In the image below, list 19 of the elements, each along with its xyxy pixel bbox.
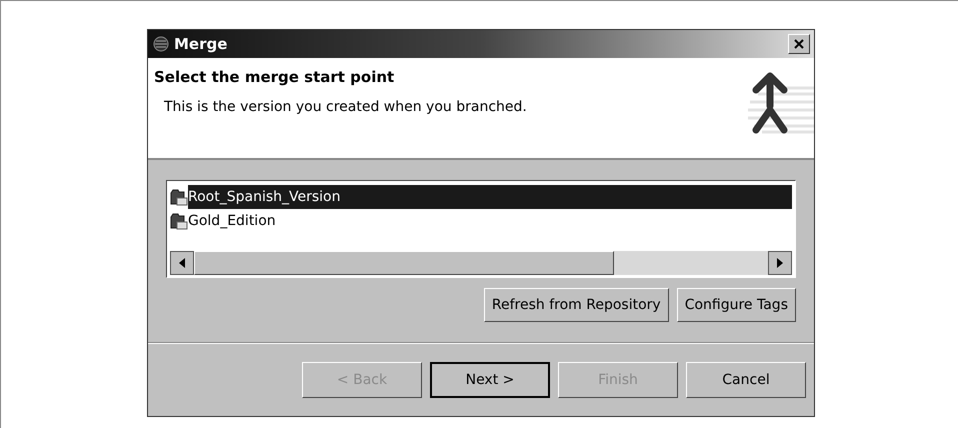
right-arrow-icon	[777, 258, 783, 268]
tag-action-button[interactable]: Refresh from Repository	[484, 288, 669, 322]
scroll-thumb[interactable]	[194, 251, 614, 275]
tag-action-button[interactable]: Configure Tags	[676, 288, 796, 322]
scroll-left-button[interactable]	[170, 251, 194, 275]
close-button[interactable]	[788, 34, 810, 54]
tag-folder-icon	[170, 212, 188, 230]
page-description: This is the version you created when you branched.	[163, 98, 528, 116]
close-icon	[794, 39, 804, 49]
globe-icon	[152, 35, 170, 53]
wizard-button[interactable]: Next >	[430, 362, 550, 398]
page-title: Select the merge start point	[154, 67, 396, 88]
horizontal-scrollbar[interactable]	[170, 251, 792, 275]
tag-folder-icon	[170, 188, 188, 206]
window-title: Merge	[174, 34, 228, 55]
wizard-button[interactable]: Cancel	[686, 362, 806, 398]
scroll-right-button[interactable]	[768, 251, 792, 275]
tag-item[interactable]: Gold_Edition	[170, 209, 792, 233]
left-arrow-icon	[179, 258, 185, 268]
